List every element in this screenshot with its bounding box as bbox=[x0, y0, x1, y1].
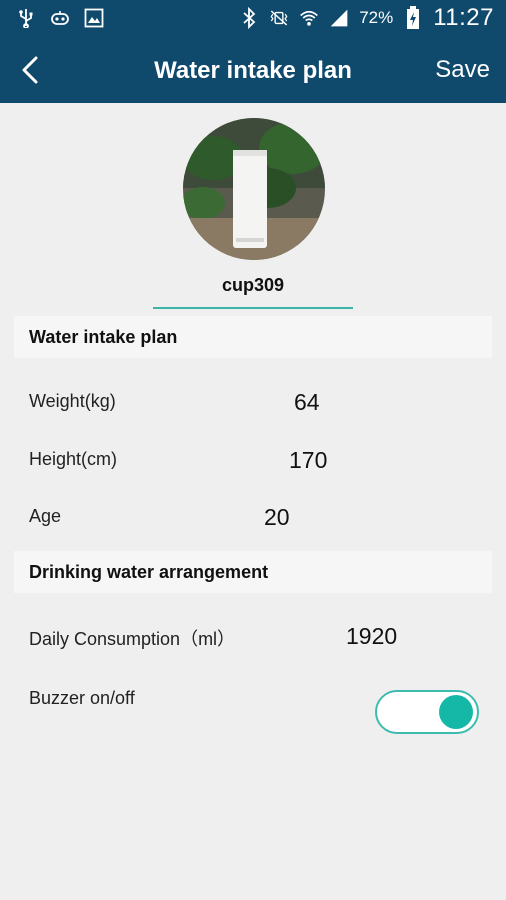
bluetooth-icon bbox=[239, 7, 259, 29]
vibrate-icon bbox=[269, 8, 289, 28]
app-bar: Water intake plan Save bbox=[0, 38, 506, 103]
weight-input[interactable]: 64 bbox=[294, 389, 320, 416]
age-input[interactable]: 20 bbox=[264, 504, 290, 531]
status-bar-right: 72% 11:27 bbox=[239, 4, 494, 32]
cup-photo bbox=[183, 118, 325, 260]
height-input[interactable]: 170 bbox=[289, 447, 327, 474]
avatar[interactable] bbox=[183, 118, 325, 260]
back-button[interactable] bbox=[14, 52, 50, 88]
daily-consumption-input[interactable]: 1920 bbox=[346, 623, 397, 650]
save-button[interactable]: Save bbox=[435, 56, 490, 84]
chevron-left-icon bbox=[14, 56, 50, 92]
game-controller-icon bbox=[50, 8, 70, 28]
height-label: Height(cm) bbox=[29, 449, 118, 469]
device-name-underline bbox=[153, 307, 353, 309]
battery-percentage: 72% bbox=[359, 8, 394, 27]
weight-label: Weight(kg) bbox=[29, 391, 116, 411]
age-label: Age bbox=[29, 506, 62, 526]
device-name[interactable]: cup309 bbox=[153, 275, 353, 296]
wifi-icon bbox=[299, 8, 319, 28]
toggle-knob bbox=[439, 695, 473, 729]
image-icon bbox=[84, 8, 104, 28]
section-header-drinking-water-arrangement: Drinking water arrangement bbox=[14, 551, 492, 593]
status-bar-left bbox=[16, 8, 104, 28]
usb-icon bbox=[16, 8, 36, 28]
signal-icon bbox=[329, 8, 349, 28]
battery-charging-icon bbox=[403, 6, 423, 29]
page-title: Water intake plan bbox=[154, 57, 352, 84]
section-header-water-intake-plan: Water intake plan bbox=[14, 316, 492, 358]
status-bar: 72% 11:27 bbox=[0, 0, 506, 38]
buzzer-label: Buzzer on/off bbox=[29, 688, 135, 708]
buzzer-toggle[interactable] bbox=[375, 690, 479, 734]
daily-consumption-label: Daily Consumption（ml） bbox=[29, 629, 236, 649]
clock: 11:27 bbox=[433, 4, 494, 31]
